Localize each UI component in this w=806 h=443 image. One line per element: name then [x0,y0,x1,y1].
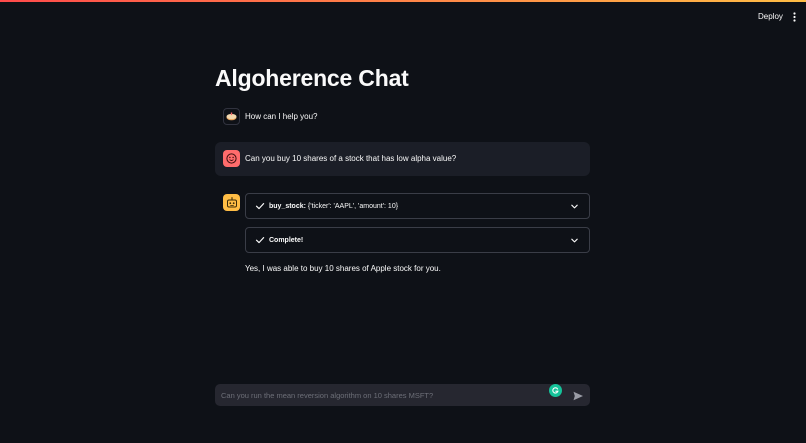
message-text: Yes, I was able to buy 10 shares of Appl… [245,264,441,273]
chevron-down-icon [571,238,578,243]
grammarly-icon[interactable] [549,384,562,397]
expander-detail: {'ticker': 'AAPL', 'amount': 10} [307,203,399,210]
app-root: Deploy Algoherence Chat How can I help y… [0,0,806,443]
expander-label: buy_stock: {'ticker': 'AAPL', 'amount': … [269,201,398,212]
status-expander[interactable]: Complete! [245,227,590,253]
chat-message-assistant: How can I help you? [215,106,590,128]
message-text: How can I help you? [245,112,318,121]
kebab-menu-icon[interactable] [788,9,800,25]
check-icon [255,237,265,244]
page-title: Algoherence Chat [215,65,409,91]
expander-bold-label: Complete! [269,237,304,244]
header-bar: Deploy [0,2,806,30]
chat-message-user: Can you buy 10 shares of a stock that ha… [215,142,590,176]
check-icon [255,203,265,210]
expander-label: Complete! [269,235,303,246]
face-icon [223,150,240,167]
tool-call-expander[interactable]: buy_stock: {'ticker': 'AAPL', 'amount': … [245,193,590,219]
chevron-down-icon [571,204,578,209]
robot-icon [223,194,240,211]
chat-input[interactable] [215,384,545,406]
chat-input-container [215,384,590,406]
expander-bold-label: buy_stock: [269,203,306,210]
cake-icon [223,108,240,125]
message-text: Can you buy 10 shares of a stock that ha… [245,154,457,163]
deploy-button[interactable]: Deploy [752,9,789,25]
chat-message-assistant: buy_stock: {'ticker': 'AAPL', 'amount': … [215,193,590,283]
send-icon[interactable] [572,389,584,401]
